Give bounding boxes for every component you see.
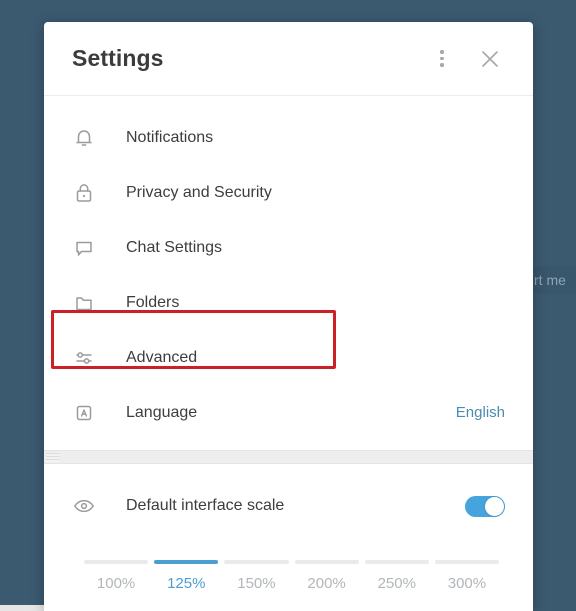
interface-scale-header: Default interface scale bbox=[72, 480, 505, 532]
close-icon bbox=[482, 50, 498, 67]
scale-segment[interactable] bbox=[294, 560, 359, 564]
scale-option-125[interactable]: 125% bbox=[154, 575, 218, 592]
menu-item-label: Language bbox=[126, 403, 198, 421]
scale-tick-labels: 100% 125% 150% 200% 250% 300% bbox=[84, 575, 499, 592]
menu-item-chat-settings[interactable]: Chat Settings bbox=[44, 220, 533, 275]
language-value[interactable]: English bbox=[456, 404, 505, 421]
interface-scale-label: Default interface scale bbox=[126, 497, 285, 514]
close-button[interactable] bbox=[473, 42, 507, 76]
dialog-header: Settings bbox=[44, 22, 533, 96]
scale-option-300[interactable]: 300% bbox=[435, 575, 499, 592]
menu-item-privacy-and-security[interactable]: Privacy and Security bbox=[44, 165, 533, 220]
menu-item-folders[interactable]: Folders bbox=[44, 275, 533, 330]
interface-scale-toggle[interactable] bbox=[465, 495, 505, 517]
menu-item-advanced[interactable]: Advanced bbox=[44, 330, 533, 385]
menu-item-label: Privacy and Security bbox=[126, 183, 272, 201]
page-title: Settings bbox=[72, 45, 164, 71]
bell-icon bbox=[72, 126, 116, 150]
settings-dialog: Settings Notifications Privacy and Secur… bbox=[44, 22, 533, 611]
settings-menu-list: Notifications Privacy and Security Chat … bbox=[44, 96, 533, 450]
menu-item-notifications[interactable]: Notifications bbox=[44, 110, 533, 165]
scale-segment[interactable] bbox=[84, 560, 149, 564]
menu-item-label: Advanced bbox=[126, 348, 198, 366]
menu-item-language[interactable]: Language English bbox=[44, 385, 533, 440]
lock-icon bbox=[72, 181, 116, 205]
scale-segment[interactable] bbox=[434, 560, 500, 564]
folder-icon bbox=[72, 291, 116, 315]
scale-track bbox=[84, 560, 500, 564]
scale-option-200[interactable]: 200% bbox=[295, 575, 359, 592]
sliders-icon bbox=[72, 346, 116, 370]
scale-option-250[interactable]: 250% bbox=[365, 575, 429, 592]
interface-scale-section: Default interface scale 100% 125% 150% 2… bbox=[44, 464, 533, 592]
scale-segment[interactable] bbox=[154, 560, 219, 564]
kebab-menu-button[interactable] bbox=[425, 42, 459, 76]
scale-option-100[interactable]: 100% bbox=[84, 575, 148, 592]
background-banner: rt me bbox=[533, 266, 576, 294]
divider-grip bbox=[46, 453, 60, 462]
scale-segment[interactable] bbox=[364, 560, 429, 564]
interface-scale-stepper: 100% 125% 150% 200% 250% 300% bbox=[84, 560, 500, 592]
menu-item-label: Folders bbox=[126, 293, 180, 311]
kebab-menu-icon bbox=[440, 50, 444, 67]
eye-icon bbox=[72, 494, 116, 518]
chat-icon bbox=[72, 236, 116, 260]
letter-a-icon bbox=[72, 401, 116, 425]
scale-option-150[interactable]: 150% bbox=[224, 575, 288, 592]
scale-segment[interactable] bbox=[224, 560, 289, 564]
menu-item-label: Notifications bbox=[126, 128, 214, 146]
background-banner-text: rt me bbox=[534, 272, 566, 288]
menu-item-label: Chat Settings bbox=[126, 238, 223, 256]
section-divider bbox=[44, 450, 533, 464]
toggle-knob bbox=[485, 496, 504, 516]
